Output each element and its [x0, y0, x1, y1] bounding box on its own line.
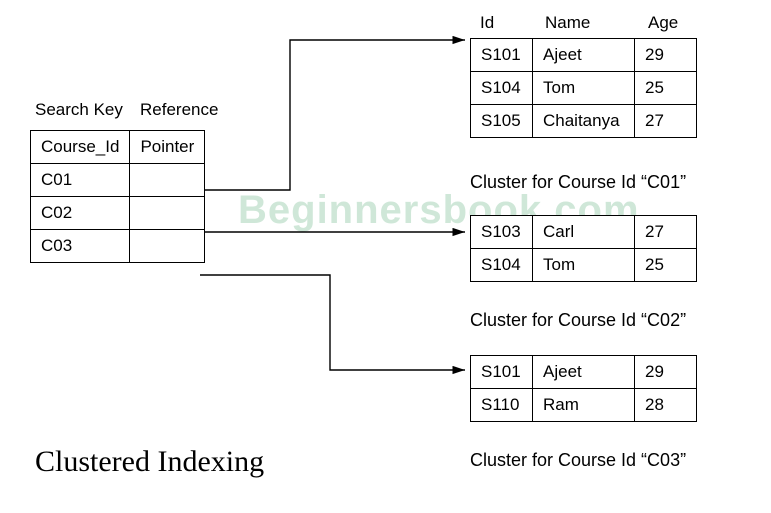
- table-row: S101 Ajeet 29: [471, 356, 697, 389]
- cell-id: S110: [471, 389, 533, 422]
- cell-name: Ajeet: [533, 39, 635, 72]
- cell-name: Ajeet: [533, 356, 635, 389]
- index-col-pointer: Pointer: [130, 131, 205, 164]
- cluster-caption-c02: Cluster for Course Id “C02”: [470, 310, 686, 331]
- arrow-c03: [200, 275, 465, 370]
- table-row: C01: [31, 164, 205, 197]
- index-cell-pointer: [130, 230, 205, 263]
- cluster-table-c02: S103 Carl 27 S104 Tom 25: [470, 215, 697, 282]
- cluster-col-name-label: Name: [545, 13, 590, 33]
- cluster-table-c01: S101 Ajeet 29 S104 Tom 25 S105 Chaitanya…: [470, 38, 697, 138]
- cell-age: 25: [635, 249, 697, 282]
- index-cell-course-id: C03: [31, 230, 130, 263]
- cell-id: S104: [471, 72, 533, 105]
- cell-name: Tom: [533, 249, 635, 282]
- index-cell-course-id: C02: [31, 197, 130, 230]
- cell-name: Chaitanya: [533, 105, 635, 138]
- index-reference-label: Reference: [140, 100, 218, 120]
- cluster-col-age-label: Age: [648, 13, 678, 33]
- table-row: S103 Carl 27: [471, 216, 697, 249]
- index-table: Course_Id Pointer C01 C02 C03: [30, 130, 205, 263]
- index-col-course-id: Course_Id: [31, 131, 130, 164]
- index-header-row: Course_Id Pointer: [31, 131, 205, 164]
- cell-id: S101: [471, 356, 533, 389]
- table-row: S110 Ram 28: [471, 389, 697, 422]
- cell-age: 29: [635, 356, 697, 389]
- cell-name: Carl: [533, 216, 635, 249]
- index-search-key-label: Search Key: [35, 100, 123, 120]
- table-row: S104 Tom 25: [471, 72, 697, 105]
- cell-id: S101: [471, 39, 533, 72]
- cell-age: 29: [635, 39, 697, 72]
- index-cell-pointer: [130, 197, 205, 230]
- table-row: S101 Ajeet 29: [471, 39, 697, 72]
- diagram-title: Clustered Indexing: [35, 445, 264, 479]
- cell-name: Tom: [533, 72, 635, 105]
- cluster-col-id-label: Id: [480, 13, 494, 33]
- index-cell-pointer: [130, 164, 205, 197]
- cell-age: 28: [635, 389, 697, 422]
- cell-id: S105: [471, 105, 533, 138]
- index-cell-course-id: C01: [31, 164, 130, 197]
- cell-age: 27: [635, 105, 697, 138]
- cluster-caption-c01: Cluster for Course Id “C01”: [470, 172, 686, 193]
- arrow-c01: [200, 40, 465, 190]
- table-row: C02: [31, 197, 205, 230]
- cell-age: 25: [635, 72, 697, 105]
- table-row: C03: [31, 230, 205, 263]
- cell-id: S104: [471, 249, 533, 282]
- table-row: S104 Tom 25: [471, 249, 697, 282]
- table-row: S105 Chaitanya 27: [471, 105, 697, 138]
- cluster-table-c03: S101 Ajeet 29 S110 Ram 28: [470, 355, 697, 422]
- cell-name: Ram: [533, 389, 635, 422]
- cell-id: S103: [471, 216, 533, 249]
- cluster-caption-c03: Cluster for Course Id “C03”: [470, 450, 686, 471]
- cell-age: 27: [635, 216, 697, 249]
